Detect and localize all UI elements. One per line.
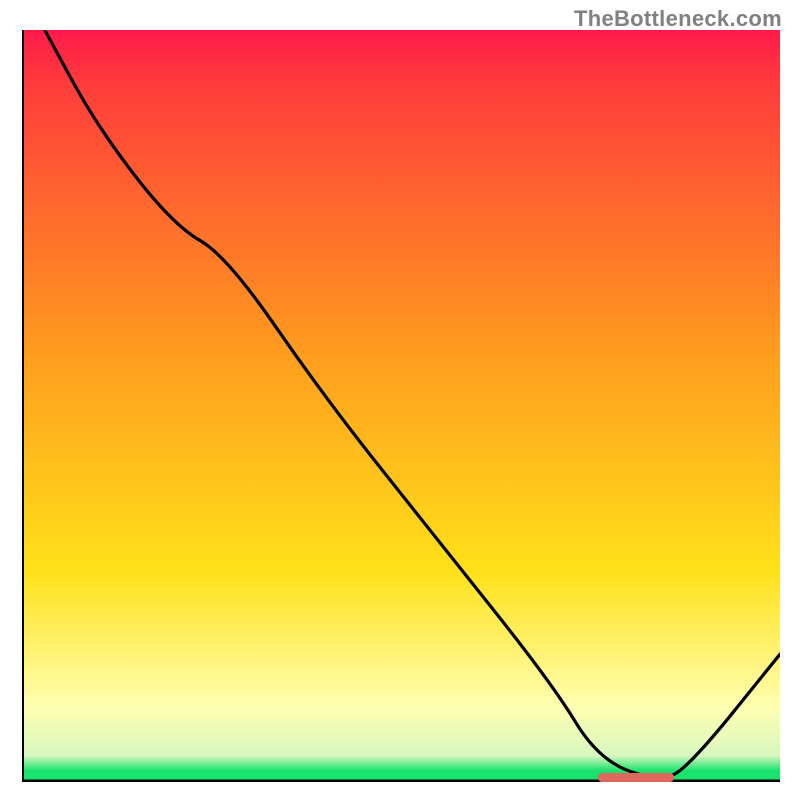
chart-container: TheBottleneck.com (0, 0, 800, 800)
curve-layer (22, 30, 780, 782)
bottleneck-curve (45, 30, 780, 777)
watermark-text: TheBottleneck.com (574, 6, 782, 32)
optimum-marker (598, 773, 674, 782)
plot-area (22, 30, 780, 782)
